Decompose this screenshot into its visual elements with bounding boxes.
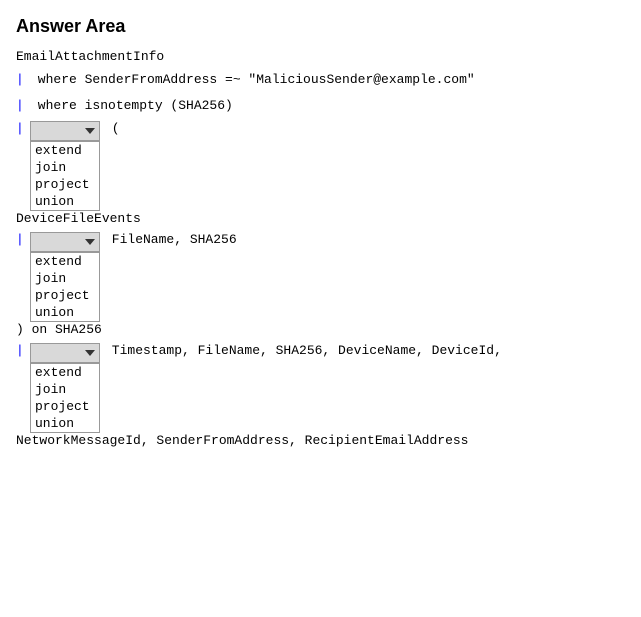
dropdown-2-arrow-icon: [85, 239, 95, 245]
dropdown-1-option-join[interactable]: join: [31, 159, 99, 176]
dropdown-2-container[interactable]: extend join project union: [30, 232, 100, 322]
text-filename-sha256: FileName, SHA256: [104, 232, 237, 247]
dropdown-2-header[interactable]: [30, 232, 100, 252]
dropdown-3-header[interactable]: [30, 343, 100, 363]
text-where-isnotempty: where isnotempty (SHA256): [30, 96, 233, 116]
dropdown-3-option-project[interactable]: project: [31, 398, 99, 415]
page-title: Answer Area: [16, 16, 625, 37]
line-dropdown3: | extend join project union Timestamp, F…: [16, 343, 625, 433]
dropdown-1-header[interactable]: [30, 121, 100, 141]
dropdown-3-option-union[interactable]: union: [31, 415, 99, 432]
code-block: EmailAttachmentInfo | where SenderFromAd…: [16, 49, 625, 448]
pipe-2: |: [16, 96, 24, 116]
dropdown-1-container[interactable]: extend join project union: [30, 121, 100, 211]
line-emailattachmentinfo: EmailAttachmentInfo: [16, 49, 625, 64]
pipe-3: |: [16, 121, 24, 136]
line-where-sender: | where SenderFromAddress =~ "MaliciousS…: [16, 70, 625, 90]
pipe-5: |: [16, 343, 24, 358]
pipe-1: |: [16, 70, 24, 90]
pipe-4: |: [16, 232, 24, 247]
dropdown-2-option-union[interactable]: union: [31, 304, 99, 321]
line-dropdown1: | extend join project union (: [16, 121, 625, 211]
dropdown-1-option-project[interactable]: project: [31, 176, 99, 193]
dropdown-1-option-union[interactable]: union: [31, 193, 99, 210]
dropdown-3-option-extend[interactable]: extend: [31, 364, 99, 381]
dropdown-3-options: extend join project union: [30, 363, 100, 433]
text-open-paren: (: [104, 121, 120, 136]
line-network-message: NetworkMessageId, SenderFromAddress, Rec…: [16, 433, 625, 448]
text-where-sender: where SenderFromAddress =~ "MaliciousSen…: [30, 70, 475, 90]
line-dropdown2: | extend join project union FileName, SH…: [16, 232, 625, 322]
dropdown-2-option-extend[interactable]: extend: [31, 253, 99, 270]
dropdown-2-options: extend join project union: [30, 252, 100, 322]
dropdown-2-option-join[interactable]: join: [31, 270, 99, 287]
dropdown-1-options: extend join project union: [30, 141, 100, 211]
line-where-isnotempty: | where isnotempty (SHA256): [16, 96, 625, 116]
text-timestamp-fields: Timestamp, FileName, SHA256, DeviceName,…: [104, 343, 502, 358]
dropdown-3-container[interactable]: extend join project union: [30, 343, 100, 433]
dropdown-2-option-project[interactable]: project: [31, 287, 99, 304]
dropdown-3-option-join[interactable]: join: [31, 381, 99, 398]
dropdown-1-arrow-icon: [85, 128, 95, 134]
dropdown-1-option-extend[interactable]: extend: [31, 142, 99, 159]
line-devicefileevents: DeviceFileEvents: [16, 211, 625, 226]
dropdown-3-arrow-icon: [85, 350, 95, 356]
line-close-paren: ) on SHA256: [16, 322, 625, 337]
